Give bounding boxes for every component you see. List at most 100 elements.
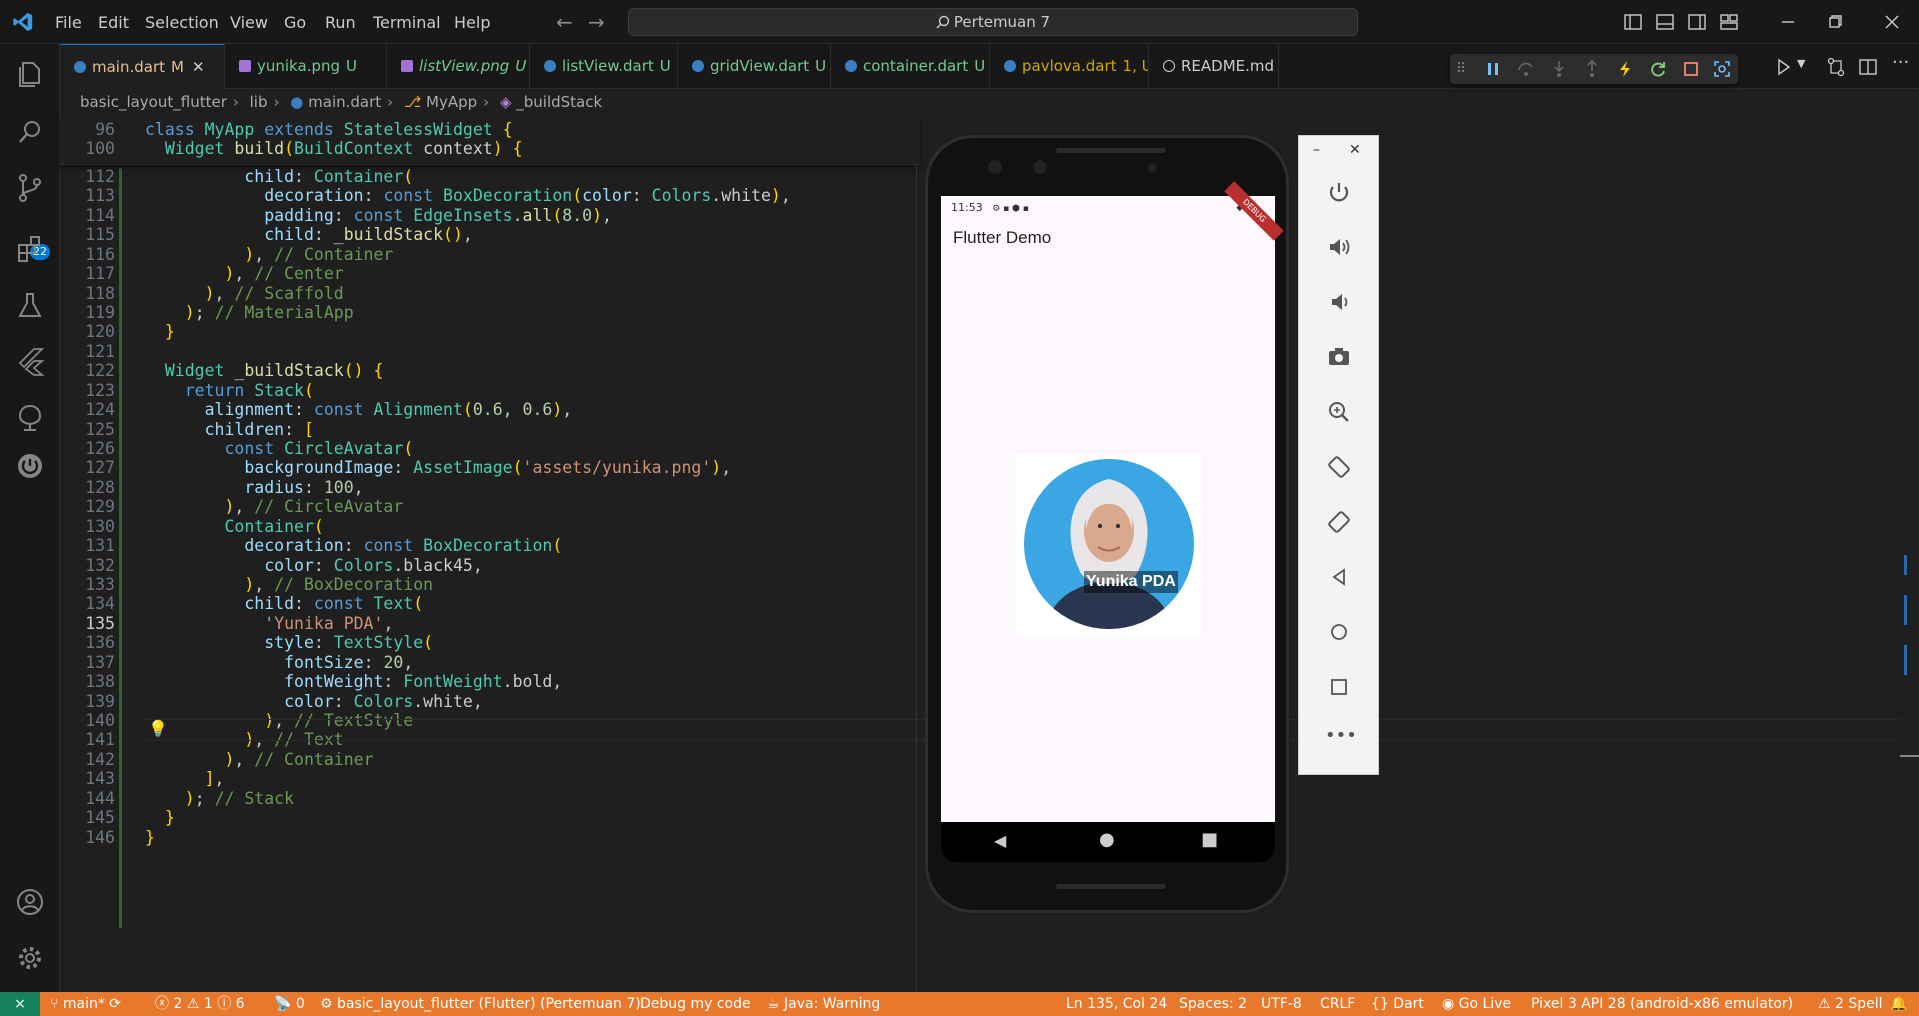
notifications-icon[interactable]: 🔔 (1890, 992, 1907, 1016)
breadcrumb-item[interactable]: lib (250, 93, 268, 111)
pause-icon[interactable] (1483, 59, 1503, 79)
problems-status[interactable]: ⓧ 2 ⚠ 1 ⓘ 6 (155, 992, 245, 1016)
stop-icon[interactable] (1681, 59, 1701, 79)
line-number: 132 (85, 555, 115, 575)
split-editor-icon[interactable] (1857, 56, 1879, 78)
restore-icon[interactable] (1822, 9, 1848, 35)
menu-run[interactable]: Run (325, 13, 356, 32)
camera-icon[interactable] (1325, 343, 1353, 371)
drag-handle-icon[interactable]: ⠿ (1456, 59, 1476, 79)
home-icon[interactable] (1325, 618, 1353, 646)
line-number: 120 (85, 322, 115, 342)
rotate-left-icon[interactable] (1325, 453, 1353, 481)
more-icon[interactable]: ••• (1325, 722, 1357, 750)
volume-up-icon[interactable] (1325, 233, 1353, 261)
customize-layout-icon[interactable] (1716, 9, 1742, 35)
tab-yunika-png[interactable]: yunika.png U (225, 44, 387, 89)
ports-status[interactable]: 📡 0 (274, 992, 305, 1016)
tab-listview-png[interactable]: listView.png U (387, 44, 530, 89)
lightbulb-icon[interactable]: 💡 (148, 719, 168, 738)
menu-go[interactable]: Go (284, 13, 306, 32)
menu-file[interactable]: File (55, 13, 82, 32)
more-actions-icon[interactable]: ··· (1892, 52, 1909, 73)
tab-readme-md[interactable]: README.md (1149, 44, 1279, 89)
source-control-icon[interactable] (10, 168, 50, 208)
breadcrumb-item[interactable]: basic_layout_flutter (80, 93, 227, 111)
launch-config[interactable]: ⚙ basic_layout_flutter (Flutter) (Pertem… (320, 992, 641, 1016)
manage-gear-icon[interactable] (10, 938, 50, 978)
menu-selection[interactable]: Selection (145, 13, 219, 32)
step-over-icon[interactable] (1516, 59, 1536, 79)
sticky-code-line[interactable]: Widget build(BuildContext context) { (145, 139, 523, 158)
search-icon[interactable] (10, 112, 50, 152)
breadcrumb-item[interactable]: MyApp (426, 93, 477, 111)
step-into-icon[interactable] (1549, 59, 1569, 79)
step-out-icon[interactable] (1582, 59, 1602, 79)
branch-status[interactable]: ⑂ main* ⟳ (50, 992, 121, 1016)
menu-help[interactable]: Help (454, 13, 490, 32)
flutter-icon[interactable] (10, 342, 50, 382)
device-screen[interactable]: 11:53 ⚙ ▪ ⬢ ▪ ◆ ▮ DEBUG Flutter Demo Yun… (941, 181, 1284, 822)
restart-icon[interactable] (1648, 59, 1668, 79)
overview-icon[interactable] (1325, 673, 1353, 701)
code-line: child: const Text( (244, 594, 424, 614)
power-icon[interactable] (10, 446, 50, 486)
breadcrumb-item[interactable]: main.dart (308, 93, 381, 111)
zoom-icon[interactable] (1325, 398, 1353, 426)
run-debug-icon[interactable] (1775, 56, 1799, 78)
toggle-secondary-sidebar-icon[interactable] (1684, 9, 1710, 35)
remote-explorer-icon[interactable] (10, 398, 50, 438)
avatar-label: Yunika PDA (1084, 571, 1178, 593)
debug-my-code[interactable]: Debug my code (640, 992, 751, 1016)
minimize-icon[interactable] (1775, 9, 1801, 35)
branch-name: main* (62, 996, 105, 1012)
indentation[interactable]: Spaces: 2 (1179, 992, 1247, 1016)
explorer-icon[interactable] (10, 54, 50, 94)
encoding[interactable]: UTF-8 (1261, 992, 1302, 1016)
close-icon[interactable] (1879, 9, 1905, 35)
command-center-search[interactable]: Pertemuan 7 (628, 8, 1358, 36)
menu-terminal[interactable]: Terminal (373, 13, 441, 32)
tab-container-dart[interactable]: container.dart U (831, 44, 990, 89)
nav-back-icon[interactable]: ◀ (994, 831, 1006, 850)
tab-status: 1, U (1122, 57, 1148, 75)
hot-reload-lightning-icon[interactable] (1615, 59, 1635, 79)
account-icon[interactable] (10, 882, 50, 922)
volume-down-icon[interactable] (1325, 288, 1353, 316)
sticky-code-line[interactable]: class MyApp extends StatelessWidget { (145, 120, 513, 139)
forward-arrow-icon[interactable]: → (588, 10, 605, 34)
tab-gridview-dart[interactable]: gridView.dart U (678, 44, 831, 89)
menu-edit[interactable]: Edit (98, 13, 129, 32)
toggle-panel-icon[interactable] (1652, 9, 1678, 35)
minimize-icon[interactable]: – (1313, 142, 1320, 158)
command-center-label: Pertemuan 7 (953, 13, 1051, 31)
back-icon[interactable] (1325, 563, 1353, 591)
breadcrumb-item[interactable]: _buildStack (516, 93, 602, 111)
nav-home-icon[interactable]: ● (1099, 829, 1115, 850)
tab-close-icon[interactable]: ✕ (192, 58, 205, 76)
power-icon[interactable] (1325, 178, 1353, 206)
devtools-icon[interactable] (1712, 59, 1732, 79)
menu-view[interactable]: View (230, 13, 268, 32)
nav-recents-icon[interactable]: ■ (1201, 829, 1218, 850)
back-arrow-icon[interactable]: ← (556, 10, 573, 34)
remote-icon[interactable]: ⨯ (0, 992, 40, 1016)
testing-flask-icon[interactable] (10, 286, 50, 326)
chevron-down-icon[interactable]: ▼ (1797, 57, 1805, 70)
device-selector[interactable]: Pixel 3 API 28 (android-x86 emulator) (1531, 992, 1793, 1016)
cursor-position[interactable]: Ln 135, Col 24 (1066, 992, 1167, 1016)
compare-changes-icon[interactable] (1825, 56, 1847, 78)
tab-listview-dart[interactable]: listView.dart U (530, 44, 678, 89)
language-mode[interactable]: {} Dart (1371, 992, 1424, 1016)
extensions-icon[interactable] (10, 230, 50, 270)
spell-check[interactable]: ⚠ 2 Spell (1818, 992, 1883, 1016)
rotate-right-icon[interactable] (1325, 508, 1353, 536)
toggle-sidebar-icon[interactable] (1620, 9, 1646, 35)
close-icon[interactable]: ✕ (1349, 142, 1361, 158)
go-live[interactable]: ◉ Go Live (1442, 992, 1511, 1016)
minimap[interactable] (1900, 115, 1919, 992)
tab-main-dart[interactable]: main.dart M ✕ (60, 44, 225, 89)
end-of-line[interactable]: CRLF (1320, 992, 1355, 1016)
tab-pavlova-dart[interactable]: pavlova.dart 1, U (990, 44, 1149, 89)
java-status[interactable]: ☕ Java: Warning (767, 992, 880, 1016)
